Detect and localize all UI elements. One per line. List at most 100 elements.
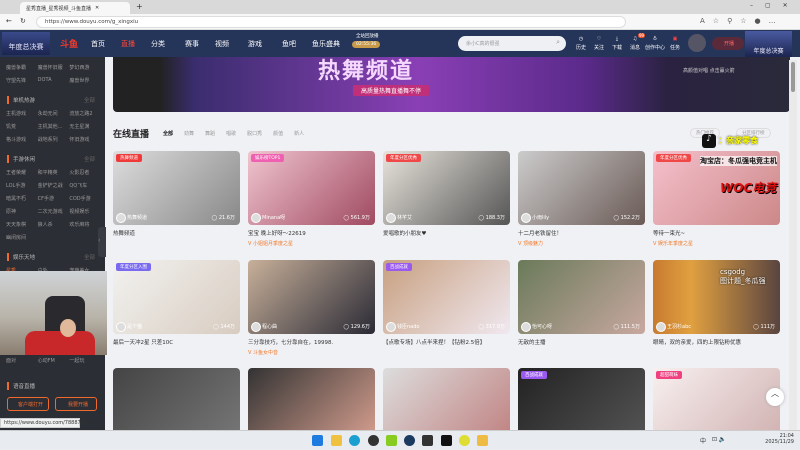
dance-channel-banner[interactable]: 热舞频道 高质量热舞直播舞不停 高颜值对唱 点击赢火箭 xyxy=(113,57,790,112)
card-title[interactable]: 最后一天冲2星 只差10C xyxy=(113,338,240,346)
sidebar-item[interactable]: 主机游戏 xyxy=(6,110,36,117)
stream-thumbnail[interactable]: 怡可心呀 ◯ 111.5万 xyxy=(518,260,645,334)
sidebar-item[interactable]: 一起玩 xyxy=(69,357,99,364)
card-title[interactable]: 【点歌专场】八点半来捏！【钻粉2.5倍】 xyxy=(383,338,510,346)
url-input[interactable]: https://www.douyu.com/g_xingxiu xyxy=(36,16,626,28)
open-client-button[interactable]: 客户端打开 xyxy=(7,397,49,411)
file-explorer-icon[interactable] xyxy=(331,435,342,446)
sidebar-item[interactable]: 二次元游戏 xyxy=(38,208,68,215)
app-icon[interactable] xyxy=(422,435,433,446)
filter-tab[interactable]: 唱歌 xyxy=(226,130,236,137)
sidebar-item[interactable]: 欢乐麻将 xyxy=(69,221,99,228)
collapse-sidebar-icon[interactable]: ‹ xyxy=(98,227,106,257)
anchor-name[interactable]: 热舞频道 xyxy=(127,214,147,221)
app-icon[interactable] xyxy=(441,435,452,446)
stream-thumbnail[interactable]: 程心曲 ◯ 129.6万 xyxy=(248,260,375,334)
sidebar-item[interactable]: 暗黑不朽 xyxy=(6,195,36,202)
search-icon[interactable]: ⌕ xyxy=(556,38,560,47)
live-card[interactable]: 娱乐榜TOP1 Minana呀 ◯ 561.9万 宝宝 晚上好呀～22619 V 小姐姐… xyxy=(248,151,375,247)
live-card[interactable]: 年度分区优秀 林芊艾 ◯ 188.3万 爱唱歌的小朋友♥ xyxy=(383,151,510,237)
banner-side-text[interactable]: 高颜值对唱 点击赢火箭 xyxy=(683,67,735,74)
sidebar-item[interactable]: 金铲铲之战 xyxy=(38,182,68,189)
card-title[interactable]: 宝宝 晚上好呀～22619 xyxy=(248,229,375,237)
sidebar-item[interactable]: 面对 xyxy=(6,357,36,364)
anchor-avatar[interactable] xyxy=(386,322,396,332)
edge-icon[interactable] xyxy=(349,435,360,446)
anchor-name[interactable]: 怡可心呀 xyxy=(532,323,552,330)
nav-live[interactable]: 直播 xyxy=(121,39,135,49)
browser-tab[interactable]: 星秀直播_星秀视频_斗鱼直播 ✕ xyxy=(20,2,130,14)
sidebar-item[interactable]: 魔兽世界 xyxy=(69,77,99,84)
nav-events[interactable]: 赛事 xyxy=(185,39,199,49)
network-volume-icons[interactable]: ⊡ 🔈 xyxy=(712,436,726,443)
stream-thumbnail[interactable]: 年度分区入围 是个猫 ◯ 144万 xyxy=(113,260,240,334)
live-card[interactable]: 怡可心呀 ◯ 111.5万无敌的主播 xyxy=(518,260,645,346)
app-icon[interactable] xyxy=(477,435,488,446)
sidebar-item[interactable]: QQ飞车 xyxy=(69,182,99,189)
page-scrollbar[interactable] xyxy=(789,60,797,430)
anchor-avatar[interactable] xyxy=(251,213,261,223)
sidebar-item[interactable]: 战地系列 xyxy=(38,136,68,143)
nav-category[interactable]: 分类 xyxy=(151,39,165,49)
back-to-top-button[interactable]: ︿ xyxy=(766,388,784,406)
anchor-name[interactable]: 小雨lily xyxy=(532,214,549,221)
app-icon[interactable] xyxy=(459,435,470,446)
anchor-avatar[interactable] xyxy=(116,213,126,223)
app-icon[interactable] xyxy=(368,435,379,446)
anchor-name[interactable]: Minana呀 xyxy=(262,214,285,221)
filter-tab[interactable]: 脱口秀 xyxy=(247,130,262,137)
history-button[interactable]: ◷ 历史 xyxy=(573,35,589,53)
start-icon[interactable] xyxy=(312,435,323,446)
nav-home[interactable]: 首页 xyxy=(91,39,105,49)
nav-yuba[interactable]: 鱼吧 xyxy=(282,39,296,49)
anchor-avatar[interactable] xyxy=(116,322,126,332)
back-icon[interactable]: ← xyxy=(6,17,12,25)
anchor-name[interactable]: 林芊艾 xyxy=(397,214,412,221)
sidebar-item[interactable]: 主机其他... xyxy=(38,123,68,130)
app-icon[interactable] xyxy=(386,435,397,446)
download-button[interactable]: ⤓ 下载 xyxy=(609,35,625,53)
browser-toolbar-icons[interactable]: A☆⚲☆●… xyxy=(700,17,784,25)
anchor-avatar[interactable] xyxy=(521,322,531,332)
new-tab-icon[interactable]: + xyxy=(136,2,143,11)
sidebar-item[interactable]: LOL手游 xyxy=(6,182,36,189)
sidebar-item[interactable]: 永劫无间 xyxy=(38,110,68,117)
search-input[interactable]: 余小C真的很强 ⌕ xyxy=(458,36,566,51)
finals-banner[interactable]: 年度总决赛 xyxy=(2,32,50,55)
card-title[interactable]: 无敌的主播 xyxy=(518,338,645,346)
finals-banner-right[interactable]: 年度总决赛 xyxy=(745,31,792,57)
nav-video[interactable]: 视频 xyxy=(215,39,229,49)
card-title[interactable]: 爱唱歌的小朋友♥ xyxy=(383,229,510,237)
sidebar-item[interactable]: 火影忍者 xyxy=(69,169,99,176)
card-title[interactable]: 热舞频道 xyxy=(113,229,240,237)
sidebar-item[interactable]: 流放之路2 xyxy=(69,110,99,117)
sidebar-item[interactable]: 梦幻西游 xyxy=(69,64,99,71)
anchor-name[interactable]: 王羽杉abc xyxy=(667,323,691,330)
user-avatar[interactable] xyxy=(688,34,706,52)
anchor-avatar[interactable] xyxy=(386,213,396,223)
anchor-name[interactable]: 程心曲 xyxy=(262,323,277,330)
follow-button[interactable]: ♡ 关注 xyxy=(591,35,607,53)
sidebar-item[interactable]: CF手游 xyxy=(38,195,68,202)
see-all-link[interactable]: 全部 xyxy=(84,155,95,163)
anchor-name[interactable]: 是个猫 xyxy=(127,323,142,330)
filter-tab[interactable]: 劲舞 xyxy=(184,130,194,137)
live-card[interactable]: 程心曲 ◯ 129.6万 三分靠技巧，七分靠自在，19998. V 斗鱼女中音 xyxy=(248,260,375,356)
sidebar-item[interactable]: 狼人杀 xyxy=(38,221,68,228)
card-title[interactable]: 等待一束光~ xyxy=(653,229,780,237)
window-controls[interactable]: –▢✕ xyxy=(750,2,800,9)
close-tab-icon[interactable]: ✕ xyxy=(95,5,99,11)
ime-indicator[interactable]: 中 xyxy=(700,436,706,445)
filter-tab-active[interactable]: 全部 xyxy=(163,130,173,137)
sidebar-item[interactable]: 怀旧游戏 xyxy=(69,136,99,143)
refresh-icon[interactable]: ↻ xyxy=(20,17,26,25)
nav-festival[interactable]: 鱼乐盛典 xyxy=(312,39,340,49)
sidebar-item[interactable]: COD手游 xyxy=(69,195,99,202)
sidebar-item[interactable]: 幽闭房间 xyxy=(6,234,36,241)
sidebar-item[interactable]: 魔兽怀旧服 xyxy=(38,64,68,71)
sidebar-item[interactable]: 心动FM xyxy=(38,357,68,364)
anchor-avatar[interactable] xyxy=(656,322,666,332)
start-live-button[interactable]: 我要开播 xyxy=(55,397,97,411)
anchor-name[interactable]: 钱臣nado xyxy=(397,323,419,330)
creator-center-button[interactable]: ♁ 创作中心 xyxy=(644,35,666,53)
